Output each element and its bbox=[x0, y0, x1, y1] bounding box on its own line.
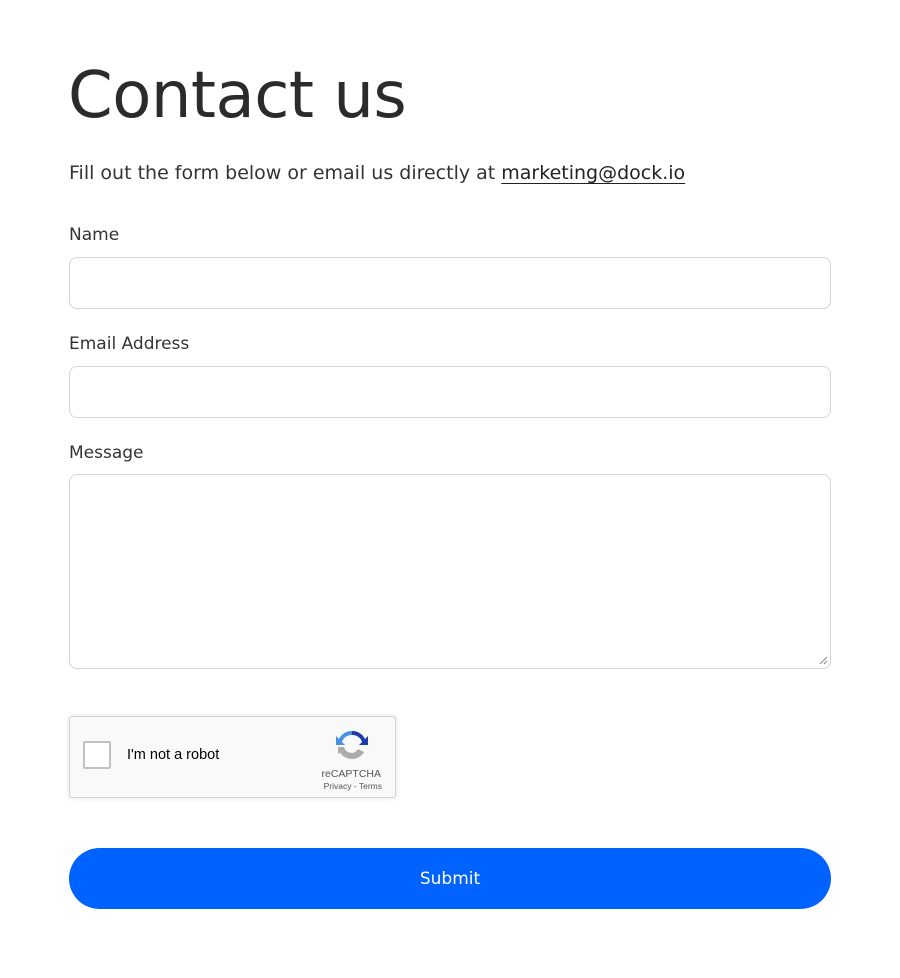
recaptcha-label: I'm not a robot bbox=[127, 747, 220, 763]
contact-page: Contact us Fill out the form below or em… bbox=[0, 0, 900, 978]
recaptcha-privacy-link[interactable]: Privacy bbox=[324, 781, 352, 791]
email-link[interactable]: marketing@dock.io bbox=[501, 162, 685, 184]
recaptcha-brand: reCAPTCHA bbox=[321, 768, 381, 780]
resize-handle-icon[interactable] bbox=[818, 655, 828, 665]
recaptcha-widget: I'm not a robot reCAPTCHA Privacy - Term… bbox=[69, 716, 396, 798]
name-input[interactable] bbox=[69, 257, 831, 309]
name-label: Name bbox=[69, 225, 120, 245]
submit-button[interactable]: Submit bbox=[69, 848, 831, 909]
intro-text: Fill out the form below or email us dire… bbox=[69, 159, 685, 187]
email-label: Email Address bbox=[69, 334, 190, 354]
intro-prefix: Fill out the form below or email us dire… bbox=[69, 162, 502, 184]
recaptcha-links: Privacy - Terms bbox=[324, 781, 382, 791]
email-input[interactable] bbox=[69, 366, 831, 418]
recaptcha-links-separator: - bbox=[351, 781, 359, 791]
recaptcha-terms-link[interactable]: Terms bbox=[359, 781, 382, 791]
message-label: Message bbox=[69, 443, 144, 463]
recaptcha-logo-icon bbox=[336, 730, 368, 760]
recaptcha-checkbox[interactable] bbox=[83, 741, 111, 769]
page-title: Contact us bbox=[68, 59, 407, 133]
message-textarea[interactable] bbox=[69, 474, 831, 669]
